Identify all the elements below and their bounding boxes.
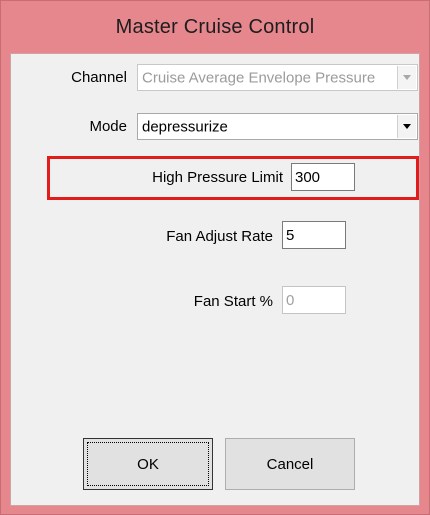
window-title: Master Cruise Control (115, 15, 315, 38)
fan-adjust-rate-label: Fan Adjust Rate (166, 228, 273, 245)
mode-select[interactable]: depressurize (137, 113, 418, 140)
fan-adjust-rate-input[interactable]: 5 (282, 221, 346, 249)
chevron-down-icon (403, 124, 411, 129)
channel-select-value: Cruise Average Envelope Pressure (142, 69, 376, 86)
high-pressure-limit-input[interactable]: 300 (291, 163, 355, 191)
dialog-window: Master Cruise Control Channel Cruise Ave… (0, 0, 430, 515)
mode-dropdown-button[interactable] (397, 115, 416, 138)
cancel-button-label: Cancel (266, 455, 314, 473)
channel-label: Channel (71, 69, 127, 86)
focus-ring (87, 442, 209, 486)
dialog-body: Channel Cruise Average Envelope Pressure… (10, 53, 420, 506)
chevron-down-icon (403, 75, 411, 80)
mode-select-value: depressurize (142, 118, 228, 135)
ok-button[interactable]: OK (83, 438, 213, 490)
mode-label: Mode (89, 118, 127, 135)
channel-select: Cruise Average Envelope Pressure (137, 64, 418, 91)
fan-start-label: Fan Start % (193, 293, 273, 310)
high-pressure-limit-label: High Pressure Limit (152, 169, 283, 186)
fan-start-input: 0 (282, 286, 346, 314)
channel-dropdown-button (397, 66, 416, 89)
title-bar[interactable]: Master Cruise Control (1, 1, 429, 53)
cancel-button[interactable]: Cancel (225, 438, 355, 490)
